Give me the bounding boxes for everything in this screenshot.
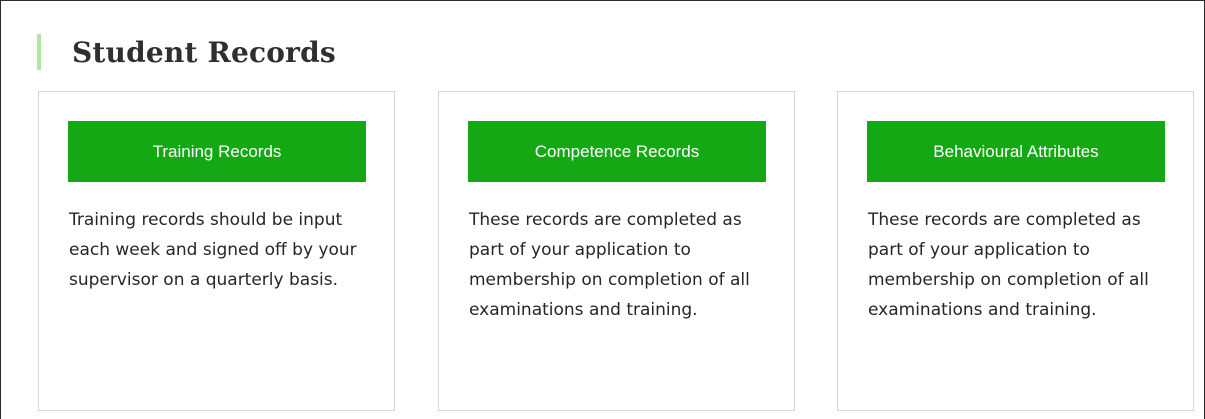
behavioural-attributes-description: These records are completed as part of y… bbox=[868, 210, 1149, 320]
card-training-records: Training Records Training records should… bbox=[38, 91, 395, 411]
training-records-description: Training records should be input each we… bbox=[69, 210, 357, 290]
competence-records-description: These records are completed as part of y… bbox=[469, 210, 750, 320]
competence-records-button[interactable]: Competence Records bbox=[468, 121, 766, 182]
page-frame: Student Records Training Records Trainin… bbox=[0, 0, 1205, 419]
training-records-button[interactable]: Training Records bbox=[68, 121, 366, 182]
card-behavioural-attributes: Behavioural Attributes These records are… bbox=[837, 91, 1194, 411]
heading-accent-bar bbox=[37, 34, 41, 70]
card-competence-records: Competence Records These records are com… bbox=[438, 91, 795, 411]
page-title: Student Records bbox=[72, 35, 336, 69]
behavioural-attributes-button[interactable]: Behavioural Attributes bbox=[867, 121, 1165, 182]
section-header: Student Records bbox=[37, 33, 336, 71]
